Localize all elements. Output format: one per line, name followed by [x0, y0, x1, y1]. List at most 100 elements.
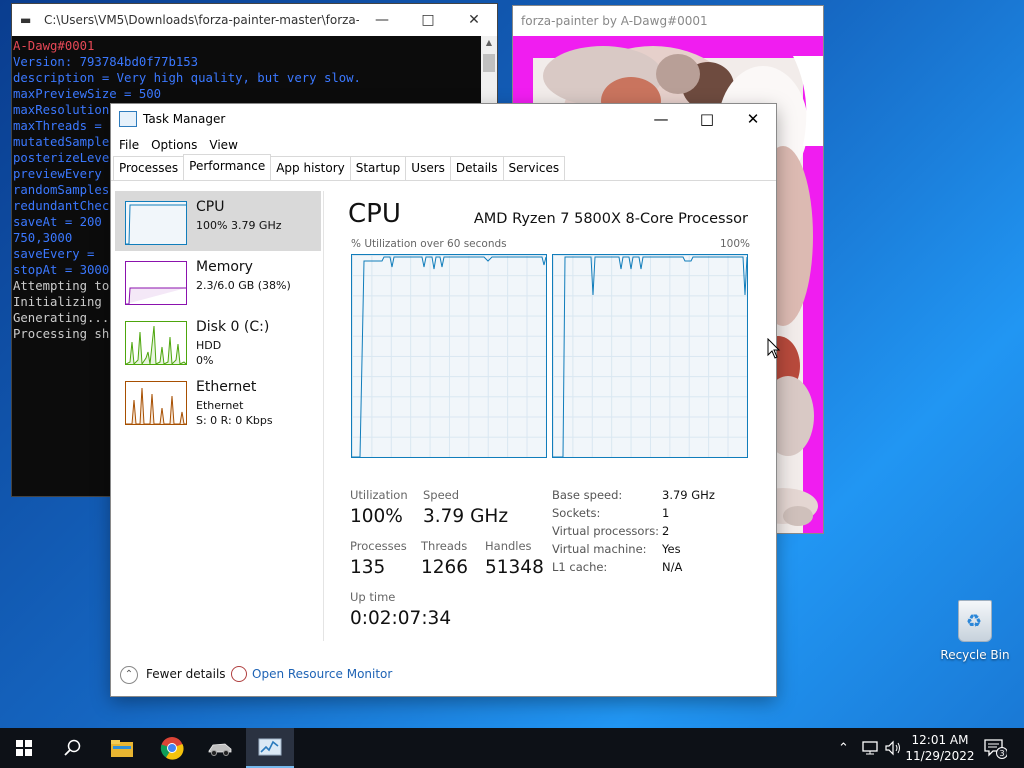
open-resource-monitor-link[interactable]: Open Resource Monitor — [252, 667, 392, 681]
resource-detail: Ethernet S: 0 R: 0 Kbps — [196, 399, 273, 427]
spec-value: N/A — [662, 560, 683, 574]
minimize-button[interactable]: — — [638, 110, 684, 128]
painter-titlebar[interactable]: forza-painter by A-Dawg#0001 — [513, 6, 823, 36]
utilization-value: 100% — [350, 506, 403, 527]
task-manager-icon[interactable] — [246, 728, 294, 768]
mouse-cursor-icon — [767, 338, 781, 359]
clock-date: 11/29/2022 — [905, 749, 975, 763]
threads-value: 1266 — [421, 557, 469, 578]
resource-detail: 100% 3.79 GHz — [196, 219, 282, 232]
minimize-button[interactable]: — — [359, 12, 405, 28]
tab-services[interactable]: Services — [502, 156, 566, 180]
chrome-icon[interactable] — [148, 728, 196, 768]
tab-performance[interactable]: Performance — [183, 154, 272, 180]
console-line: description = Very high quality, but ver… — [13, 71, 361, 85]
resource-item-ethernet[interactable]: Ethernet Ethernet S: 0 R: 0 Kbps — [115, 371, 321, 431]
maximize-button[interactable]: □ — [405, 12, 451, 28]
speed-label: Speed — [423, 488, 460, 502]
scroll-up-icon[interactable]: ▲ — [481, 38, 497, 47]
close-button[interactable]: ✕ — [451, 12, 497, 28]
uptime-label: Up time — [350, 590, 396, 604]
processor-name: AMD Ryzen 7 5800X 8-Core Processor — [473, 211, 748, 227]
resource-name: Disk 0 (C:) — [196, 319, 270, 335]
tab-users[interactable]: Users — [405, 156, 451, 180]
tab-details[interactable]: Details — [449, 156, 504, 180]
taskbar: ⌃ 12:01 AM 11/29/2022 3 — [0, 728, 1024, 768]
resource-list: CPU 100% 3.79 GHz Memory 2.3/6.0 GB (38%… — [115, 191, 321, 651]
menu-file[interactable]: File — [113, 138, 145, 152]
clock[interactable]: 12:01 AM 11/29/2022 — [904, 732, 976, 764]
close-button[interactable]: ✕ — [730, 110, 776, 128]
volume-icon[interactable] — [884, 728, 902, 768]
forza-painter-icon[interactable] — [196, 728, 244, 768]
search-icon[interactable] — [48, 728, 96, 768]
spec-label: Sockets: — [552, 506, 601, 520]
task-manager-window[interactable]: Task Manager — □ ✕ File Options View Pro… — [111, 104, 776, 696]
console-line: maxPreviewSize = 500 — [13, 87, 162, 101]
tab-processes[interactable]: Processes — [113, 156, 185, 180]
utilization-graph-max: 100% — [719, 238, 750, 250]
notifications-icon[interactable]: 3 — [983, 728, 1007, 768]
cpu-graph-core-1 — [552, 254, 748, 458]
chevron-up-icon[interactable]: ⌃ — [120, 666, 138, 684]
cpu-detail-pane: CPU AMD Ryzen 7 5800X 8-Core Processor %… — [324, 191, 776, 651]
spec-label: Virtual processors: — [552, 524, 660, 538]
file-explorer-icon[interactable] — [98, 728, 146, 768]
console-titlebar[interactable]: ▬ C:\Users\VM5\Downloads\forza-painter-m… — [12, 4, 497, 36]
scroll-thumb[interactable] — [483, 54, 495, 72]
recycle-bin-label: Recycle Bin — [940, 648, 1010, 662]
task-manager-icon — [119, 111, 137, 127]
threads-label: Threads — [421, 539, 468, 553]
processes-value: 135 — [350, 557, 386, 578]
utilization-label: Utilization — [350, 488, 408, 502]
windows-start-icon[interactable] — [0, 728, 48, 768]
tab-bar: Processes Performance App history Startu… — [111, 154, 776, 181]
disk-mini-graph — [125, 321, 187, 365]
spec-value: 3.79 GHz — [662, 488, 715, 502]
utilization-graph-label: % Utilization over 60 seconds — [351, 238, 507, 250]
fewer-details-button[interactable]: Fewer details — [146, 667, 226, 681]
uptime-value: 0:02:07:34 — [350, 608, 452, 629]
painter-title: forza-painter by A-Dawg#0001 — [521, 14, 708, 28]
tm-titlebar[interactable]: Task Manager — □ ✕ — [111, 104, 776, 134]
console-app-icon: ▬ — [20, 13, 32, 27]
recycle-bin-icon — [958, 600, 992, 642]
maximize-button[interactable]: □ — [684, 110, 730, 128]
resource-monitor-icon — [231, 666, 247, 682]
resource-item-cpu[interactable]: CPU 100% 3.79 GHz — [115, 191, 321, 251]
handles-value: 51348 — [485, 557, 544, 578]
resource-name: CPU — [196, 199, 225, 215]
tab-startup[interactable]: Startup — [349, 156, 407, 180]
menu-view[interactable]: View — [203, 138, 243, 152]
tab-app-history[interactable]: App history — [270, 156, 351, 180]
processes-label: Processes — [350, 539, 407, 553]
cpu-graph-core-0 — [351, 254, 547, 458]
console-line: Version: 793784bd0f77b153 — [13, 55, 199, 69]
resource-detail: 2.3/6.0 GB (38%) — [196, 279, 291, 292]
tm-title: Task Manager — [143, 112, 226, 126]
network-icon[interactable] — [862, 728, 880, 768]
resource-detail: HDD 0% — [196, 339, 222, 367]
menu-bar: File Options View — [111, 134, 776, 156]
recycle-bin[interactable]: Recycle Bin — [940, 600, 1010, 662]
memory-mini-graph — [125, 261, 187, 305]
resource-item-memory[interactable]: Memory 2.3/6.0 GB (38%) — [115, 251, 321, 311]
spec-label: Base speed: — [552, 488, 623, 502]
spec-value: Yes — [662, 542, 681, 556]
spec-label: L1 cache: — [552, 560, 608, 574]
spec-value: 1 — [662, 506, 670, 520]
show-hidden-icons-button[interactable]: ⌃ — [838, 728, 849, 768]
menu-options[interactable]: Options — [145, 138, 203, 152]
resource-name: Ethernet — [196, 379, 257, 395]
console-line: A-Dawg#0001 — [13, 39, 95, 53]
ethernet-mini-graph — [125, 381, 187, 425]
console-title: C:\Users\VM5\Downloads\forza-painter-mas… — [44, 13, 359, 27]
clock-time: 12:01 AM — [911, 733, 969, 747]
resource-item-disk[interactable]: Disk 0 (C:) HDD 0% — [115, 311, 321, 371]
tm-footer: ⌃ Fewer details Open Resource Monitor — [111, 654, 776, 696]
resource-name: Memory — [196, 259, 253, 275]
speed-value: 3.79 GHz — [423, 506, 509, 527]
spec-label: Virtual machine: — [552, 542, 647, 556]
page-title: CPU — [348, 199, 401, 229]
cpu-mini-graph — [125, 201, 187, 245]
